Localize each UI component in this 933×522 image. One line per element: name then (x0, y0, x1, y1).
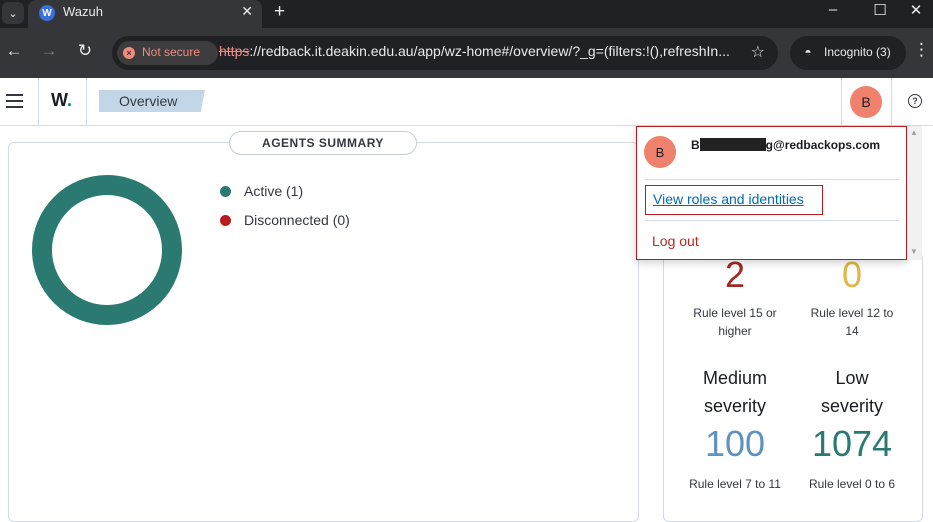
incognito-indicator[interactable]: ◓ Incognito (3) (790, 36, 906, 70)
maximize-icon[interactable]: ☐ (865, 1, 895, 19)
header-divider (891, 78, 892, 125)
security-chip[interactable]: × Not secure (117, 41, 218, 65)
view-roles-link[interactable]: View roles and identities (653, 191, 804, 207)
browser-menu-icon[interactable]: ⋮ (913, 40, 930, 60)
logout-link[interactable]: Log out (652, 233, 699, 249)
popover-avatar: B (644, 136, 676, 168)
bookmark-star-icon[interactable]: ☆ (751, 42, 765, 62)
agents-summary-title: AGENTS SUMMARY (229, 131, 417, 155)
reload-icon[interactable]: ↻ (73, 41, 97, 61)
url-rest: ://redback.it.deakin.edu.au/app/wz-home#… (249, 43, 730, 59)
url-scheme: https (219, 43, 250, 59)
tab-close-icon[interactable]: ✕ (241, 3, 253, 20)
not-secure-warning-icon: × (123, 47, 135, 59)
back-arrow-icon[interactable]: ← (2, 41, 26, 61)
minimize-icon[interactable]: – (818, 1, 848, 18)
legend-active-dot (220, 186, 231, 197)
forward-arrow-icon[interactable]: → (37, 41, 61, 61)
legend-active-label: Active (1) (244, 183, 304, 199)
window-close-icon[interactable]: ✕ (901, 1, 931, 19)
header-divider (38, 78, 39, 125)
low-severity-title: Low severity (820, 368, 883, 416)
help-icon[interactable]: ? (908, 94, 922, 108)
app-header: W. Overview (0, 78, 933, 126)
medium-severity-title: Medium severity (702, 368, 768, 416)
scroll-up-arrow-icon[interactable]: ▲ (910, 128, 918, 137)
user-email: Bg@redbackops.com (691, 138, 881, 152)
email-redaction (699, 138, 766, 151)
url-text[interactable]: https://redback.it.deakin.edu.au/app/wz-… (219, 43, 730, 59)
legend-disconnected-dot (220, 215, 231, 226)
wazuh-logo[interactable]: W. (51, 90, 72, 111)
security-chip-label: Not secure (142, 45, 201, 59)
popover-divider (645, 220, 899, 221)
browser-toolbar: ← → ↻ × Not secure https://redback.it.de… (0, 28, 933, 78)
low-desc: Rule level 0 to 6 (808, 477, 896, 491)
tab-search-chevron-icon[interactable]: ⌄ (2, 2, 24, 24)
browser-tab-wazuh[interactable]: W Wazuh ✕ (28, 0, 262, 28)
incognito-label: Incognito (3) (824, 45, 891, 59)
header-divider (841, 78, 842, 125)
low-count[interactable]: 1074 (802, 423, 902, 465)
incognito-icon: ◓ (804, 45, 812, 59)
medium-desc: Rule level 7 to 11 (689, 477, 781, 491)
breadcrumb-overview[interactable]: Overview (99, 90, 205, 112)
critical-desc: Rule level 15 or higher (693, 306, 777, 338)
hamburger-menu-icon[interactable] (6, 94, 23, 112)
browser-tab-strip: ⌄ W Wazuh ✕ + – ☐ ✕ (0, 0, 933, 28)
header-divider (86, 78, 87, 125)
tab-title: Wazuh (63, 4, 103, 19)
high-count[interactable]: 0 (802, 254, 902, 296)
user-menu-popover: B Bg@redbackops.com View roles and ident… (636, 126, 907, 260)
medium-count[interactable]: 100 (685, 423, 785, 465)
wazuh-favicon-icon: W (39, 5, 55, 21)
legend-disconnected-label: Disconnected (0) (244, 212, 350, 228)
address-bar[interactable]: × Not secure https://redback.it.deakin.e… (112, 36, 778, 70)
donut-active-segment[interactable] (32, 175, 182, 325)
new-tab-plus-icon[interactable]: + (274, 1, 285, 23)
agents-donut-chart (32, 175, 182, 325)
legend-item-active[interactable]: Active (1) (220, 183, 303, 199)
popover-divider (645, 179, 899, 180)
critical-count[interactable]: 2 (685, 254, 785, 296)
breadcrumb-label: Overview (119, 93, 178, 109)
popover-scrollbar[interactable]: ▲ ▼ (907, 126, 922, 260)
scroll-down-arrow-icon[interactable]: ▼ (910, 247, 918, 256)
user-avatar-button[interactable]: B (850, 86, 882, 118)
high-desc: Rule level 12 to 14 (810, 306, 894, 338)
legend-item-disconnected[interactable]: Disconnected (0) (220, 212, 350, 228)
view-roles-highlight: View roles and identities (645, 185, 823, 215)
